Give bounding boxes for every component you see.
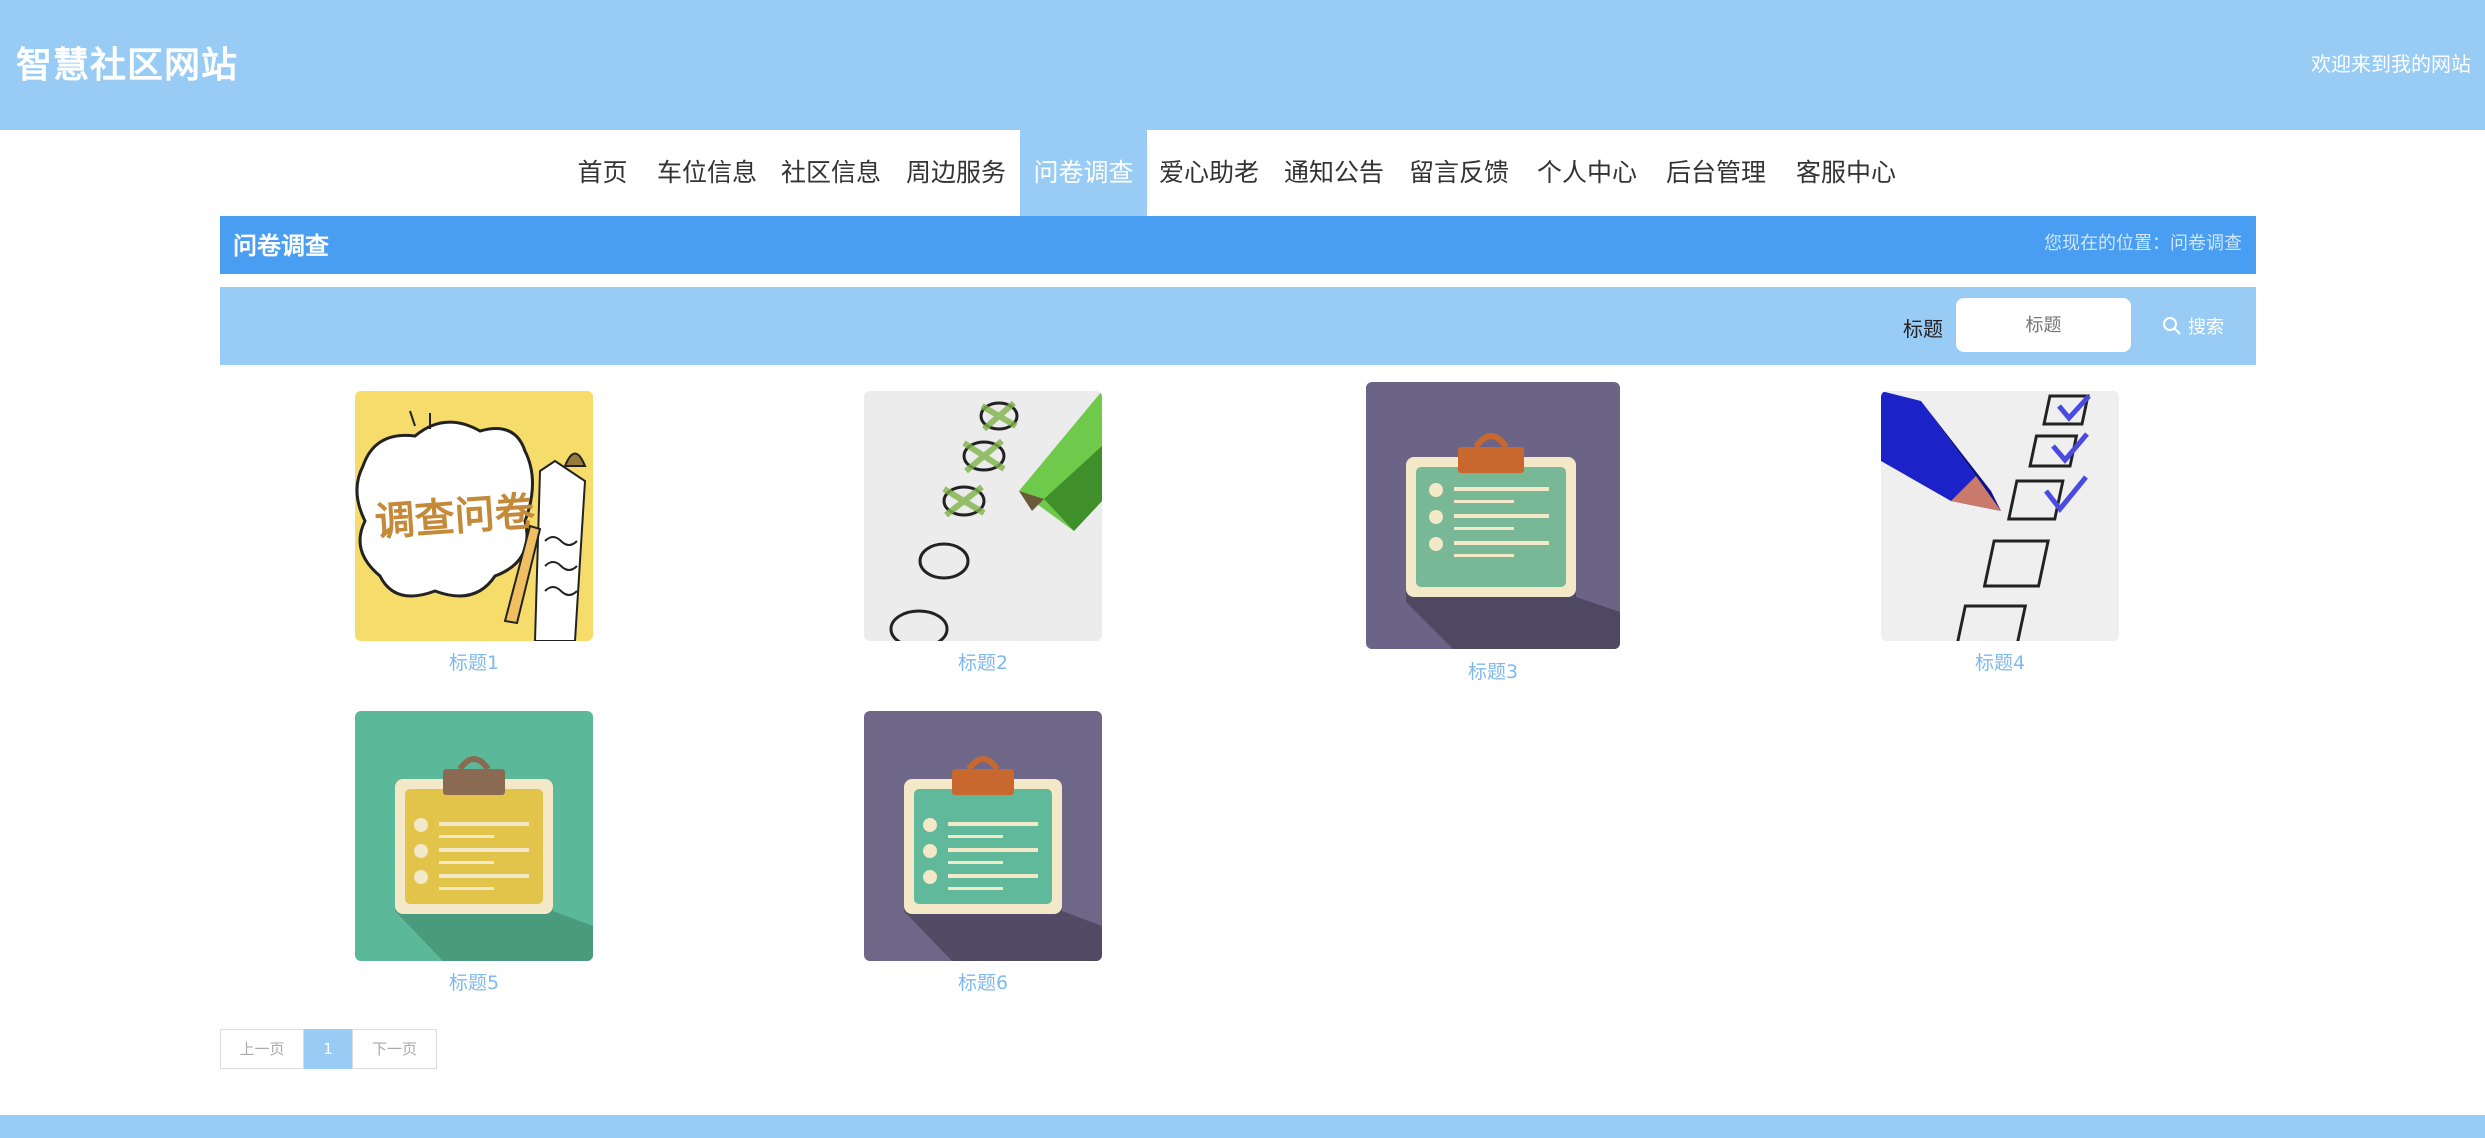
- survey-card-label[interactable]: 标题3: [1366, 657, 1620, 684]
- survey-card-label[interactable]: 标题6: [856, 968, 1110, 995]
- pagination: 上一页 1 下一页: [220, 1029, 437, 1069]
- survey-thumbnail[interactable]: [864, 711, 1102, 961]
- search-button-label: 搜索: [2188, 317, 2224, 338]
- survey-thumbnail[interactable]: [864, 391, 1102, 641]
- survey-card-label[interactable]: 标题4: [1873, 648, 2127, 675]
- search-input[interactable]: [1956, 298, 2131, 352]
- nav-item-notice[interactable]: 通知公告: [1279, 130, 1389, 216]
- site-title[interactable]: 智慧社区网站: [16, 36, 238, 88]
- footer-bar: [0, 1115, 2485, 1138]
- nav-item-home[interactable]: 首页: [566, 130, 639, 216]
- nav-item-admin[interactable]: 后台管理: [1661, 130, 1771, 216]
- nav-item-nearby[interactable]: 周边服务: [901, 130, 1011, 216]
- prev-page-button[interactable]: 上一页: [220, 1029, 304, 1069]
- search-label: 标题: [1903, 317, 1943, 341]
- breadcrumb: 您现在的位置：问卷调查: [2044, 233, 2242, 254]
- search-bar: 标题 搜索: [220, 287, 2256, 365]
- breadcrumb-bar: 问卷调查 您现在的位置：问卷调查: [220, 216, 2256, 274]
- nav-item-elderly[interactable]: 爱心助老: [1154, 130, 1264, 216]
- survey-thumbnail[interactable]: [1881, 391, 2119, 641]
- current-page[interactable]: 1: [304, 1029, 352, 1069]
- survey-card-label[interactable]: 标题1: [347, 648, 601, 675]
- welcome-text: 欢迎来到我的网站: [2311, 52, 2471, 76]
- main-nav: 首页 车位信息 社区信息 周边服务 问卷调查 爱心助老 通知公告 留言反馈 个人…: [0, 130, 2485, 216]
- survey-card-label[interactable]: 标题2: [856, 648, 1110, 675]
- survey-thumbnail[interactable]: [1366, 382, 1620, 649]
- nav-item-community[interactable]: 社区信息: [776, 130, 886, 216]
- nav-item-feedback[interactable]: 留言反馈: [1404, 130, 1514, 216]
- search-button[interactable]: 搜索: [2162, 309, 2224, 343]
- survey-thumbnail[interactable]: 调查问卷: [355, 391, 593, 641]
- nav-item-parking[interactable]: 车位信息: [652, 130, 762, 216]
- next-page-button[interactable]: 下一页: [352, 1029, 437, 1069]
- survey-card-label[interactable]: 标题5: [347, 968, 601, 995]
- survey-thumbnail[interactable]: [355, 711, 593, 961]
- nav-item-support[interactable]: 客服中心: [1791, 130, 1901, 216]
- search-icon: [2163, 317, 2181, 335]
- nav-item-survey[interactable]: 问卷调查: [1020, 130, 1147, 216]
- top-header: 智慧社区网站 欢迎来到我的网站: [0, 0, 2485, 130]
- nav-item-profile[interactable]: 个人中心: [1532, 130, 1642, 216]
- page-title: 问卷调查: [233, 232, 329, 260]
